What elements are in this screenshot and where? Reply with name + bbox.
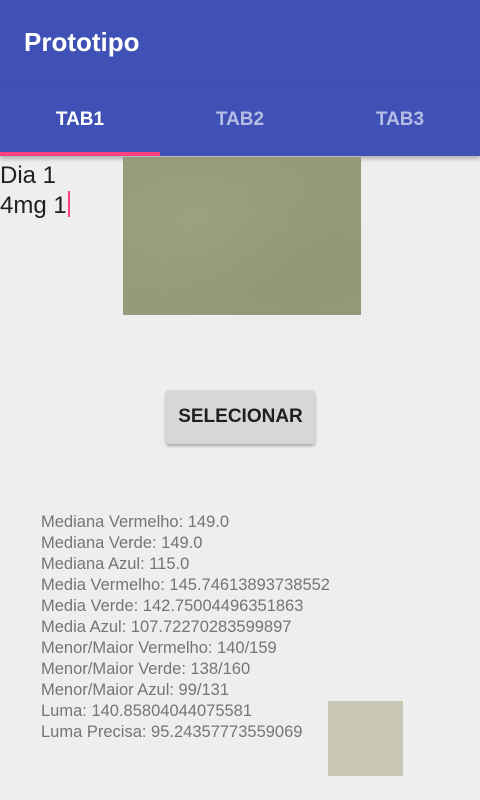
stat-luma-precise: Luma Precisa: 95.24357773559069: [41, 723, 303, 741]
stat-median-blue: Mediana Azul: 115.0: [41, 555, 190, 573]
stat-minmax-blue: Menor/Maior Azul: 99/131: [41, 681, 230, 699]
stat-minmax-red: Menor/Maior Vermelho: 140/159: [41, 639, 277, 657]
note-line-2-text: 4mg 1: [0, 192, 67, 219]
app-bar: Prototipo: [0, 0, 480, 84]
tab-bar: TAB1 TAB2 TAB3: [0, 84, 480, 156]
stat-median-green: Mediana Verde: 149.0: [41, 534, 203, 552]
stat-median-red: Mediana Vermelho: 149.0: [41, 513, 230, 531]
app-title: Prototipo: [24, 27, 140, 57]
color-stats: Mediana Vermelho: 149.0 Mediana Verde: 1…: [41, 512, 330, 743]
stat-mean-red: Media Vermelho: 145.74613893738552: [41, 576, 330, 594]
select-button[interactable]: SELECIONAR: [166, 390, 315, 444]
text-cursor: [67, 191, 70, 217]
note-input[interactable]: Dia 1 4mg 1: [0, 161, 120, 221]
sample-photo: [123, 157, 361, 315]
average-color-swatch: [328, 701, 403, 776]
stat-mean-blue: Media Azul: 107.72270283599897: [41, 618, 292, 636]
stat-minmax-green: Menor/Maior Verde: 138/160: [41, 660, 251, 678]
active-tab-indicator: [0, 152, 160, 156]
stat-luma: Luma: 140.85804044075581: [41, 702, 253, 720]
tab-2[interactable]: TAB2: [160, 84, 320, 156]
tab-3[interactable]: TAB3: [320, 84, 480, 156]
note-line-2: 4mg 1: [0, 191, 120, 221]
note-line-1: Dia 1: [0, 162, 57, 189]
stat-mean-green: Media Verde: 142.75004496351863: [41, 597, 304, 615]
tab-1[interactable]: TAB1: [0, 84, 160, 156]
